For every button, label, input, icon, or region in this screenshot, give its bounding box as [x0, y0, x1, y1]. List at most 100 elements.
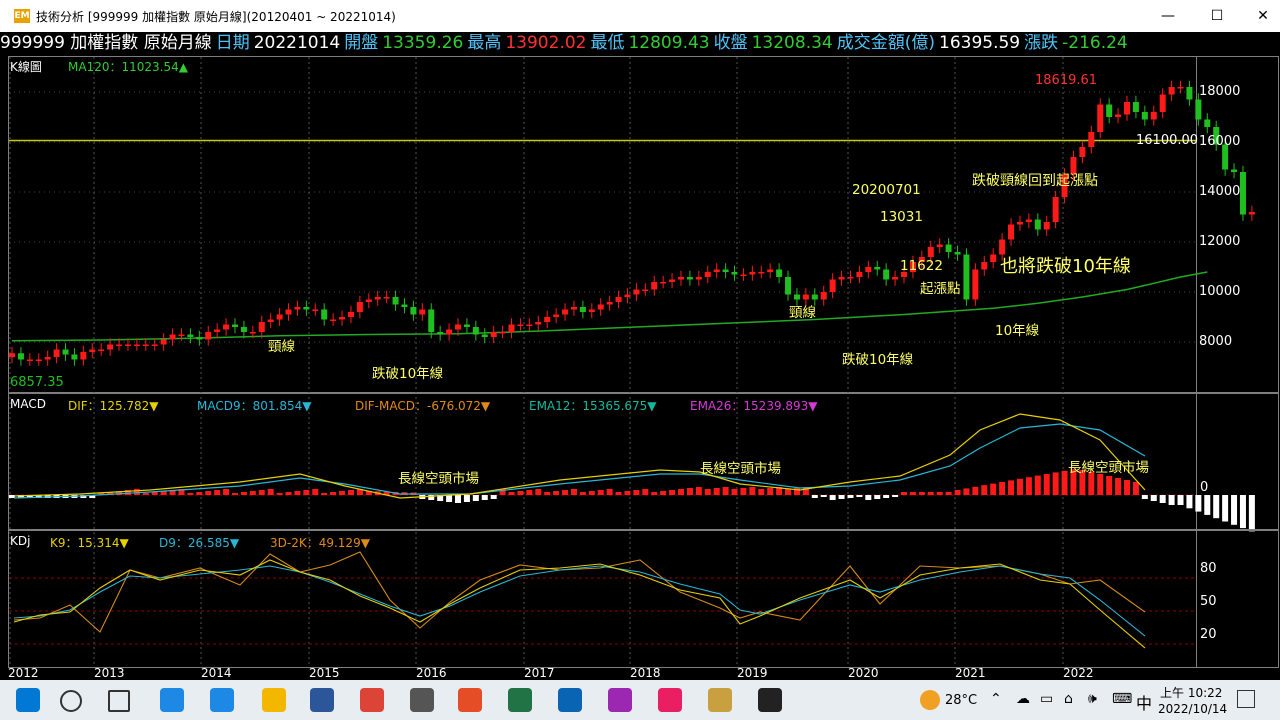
- cloud-icon[interactable]: ☁: [1016, 691, 1030, 707]
- weather-icon[interactable]: [920, 690, 940, 710]
- annotation-neckline-break: 跌破頸線回到起漲點: [972, 173, 1098, 189]
- x-tick-2015: 2015: [309, 668, 340, 680]
- candle-body: [963, 254, 970, 300]
- candle-body: [303, 307, 310, 310]
- sticky-notes-icon[interactable]: [758, 688, 782, 712]
- candle-body: [1248, 212, 1255, 215]
- candle-body: [776, 269, 783, 277]
- candle-body: [401, 304, 408, 307]
- file-explorer-icon[interactable]: [262, 688, 286, 712]
- candle-body: [26, 359, 33, 361]
- candle-body: [142, 344, 149, 346]
- candle-body: [89, 349, 96, 352]
- candle-body: [553, 314, 560, 317]
- candle-body: [330, 319, 337, 321]
- candle-body: [1088, 132, 1095, 147]
- candle-body: [713, 269, 720, 272]
- candle-body: [954, 252, 961, 255]
- candle-body: [107, 344, 114, 350]
- volume-icon[interactable]: 🕪: [1088, 691, 1097, 707]
- candle-body: [1043, 222, 1050, 230]
- candle-body: [865, 267, 872, 272]
- candle-body: [892, 277, 899, 280]
- candle-body: [481, 334, 488, 337]
- paint3d-icon[interactable]: [608, 688, 632, 712]
- candle-body: [767, 269, 774, 272]
- clock-time[interactable]: 上午 10:22: [1160, 684, 1222, 701]
- candle-body: [1204, 119, 1211, 127]
- candle-body: [232, 324, 238, 327]
- candle-body: [1141, 112, 1148, 120]
- candle-body: [758, 272, 765, 274]
- x-tick-2020: 2020: [848, 668, 879, 680]
- candle-body: [802, 294, 809, 300]
- dif-macd-label: DIF-MACD：-676.072▼: [355, 399, 491, 413]
- search-icon[interactable]: [60, 690, 82, 712]
- clock-date[interactable]: 2022/10/14: [1158, 702, 1227, 716]
- excel-icon[interactable]: [508, 688, 532, 712]
- calculator-icon[interactable]: [410, 688, 434, 712]
- x-tick-2021: 2021: [955, 668, 986, 680]
- edge-icon[interactable]: [160, 688, 184, 712]
- x-tick-2014: 2014: [201, 668, 232, 680]
- candle-body: [428, 309, 435, 332]
- candle-body: [1008, 224, 1015, 240]
- candle-body: [339, 317, 346, 320]
- candle-body: [214, 329, 221, 332]
- chevron-up-icon[interactable]: ⌃: [990, 691, 1002, 707]
- candle-body: [669, 279, 676, 282]
- display-icon[interactable]: ▭: [1040, 691, 1053, 707]
- chrome-icon[interactable]: [360, 688, 384, 712]
- word-icon[interactable]: [310, 688, 334, 712]
- x-tick-2016: 2016: [416, 668, 447, 680]
- candle-body: [437, 332, 444, 335]
- x-tick-2019: 2019: [737, 668, 768, 680]
- candle-body: [294, 307, 301, 310]
- candle-body: [588, 309, 595, 312]
- candle-body: [223, 324, 230, 330]
- candle-body: [133, 344, 140, 346]
- network-icon[interactable]: ⌂: [1064, 691, 1073, 707]
- candle-body: [624, 294, 631, 297]
- candle-body: [508, 324, 515, 332]
- candle-body: [1177, 87, 1184, 89]
- candle-body: [1239, 172, 1246, 215]
- candle-body: [98, 349, 105, 351]
- x-tick-2013: 2013: [94, 668, 125, 680]
- ime-indicator[interactable]: 中: [1136, 690, 1152, 714]
- candle-body: [883, 269, 890, 280]
- annotation-bear-market-2: 長線空頭市場: [700, 461, 781, 477]
- candle-body: [722, 269, 729, 272]
- candle-body: [749, 272, 756, 275]
- outlook-icon[interactable]: [558, 688, 582, 712]
- paint-icon[interactable]: [658, 688, 682, 712]
- stock-app-icon[interactable]: [708, 688, 732, 712]
- candle-body: [927, 247, 934, 257]
- media-icon[interactable]: [458, 688, 482, 712]
- candle-body: [455, 324, 461, 330]
- keyboard-icon[interactable]: ⌨: [1112, 691, 1132, 707]
- candle-body: [1016, 222, 1023, 225]
- candle-body: [249, 332, 256, 334]
- notification-icon[interactable]: [1237, 690, 1255, 708]
- annotation-start-point: 起漲點: [920, 281, 961, 297]
- task-view-icon[interactable]: [108, 690, 130, 712]
- candle-body: [160, 339, 167, 345]
- weather-temp[interactable]: 28°C: [945, 693, 977, 708]
- candle-body: [731, 272, 738, 275]
- k9-label: K9：15.314▼: [50, 536, 129, 550]
- candle-body: [1079, 147, 1086, 157]
- candle-body: [651, 282, 658, 290]
- candle-body: [1186, 87, 1193, 100]
- candle-body: [196, 337, 203, 340]
- y-tick-16000: 16000: [1199, 134, 1241, 149]
- candle-body: [579, 307, 586, 312]
- kd-tick-20: 20: [1200, 627, 1217, 642]
- y-tick-18000: 18000: [1199, 84, 1241, 99]
- ie-icon[interactable]: [210, 688, 234, 712]
- taskbar: 28°C ⌃ ☁ ▭ ⌂ 🕪 ⌨ 中 上午 10:22 2022/10/14: [0, 680, 1280, 720]
- candle-body: [347, 312, 354, 317]
- candle-body: [35, 359, 42, 361]
- windows-icon[interactable]: [16, 688, 40, 712]
- candle-body: [178, 334, 185, 336]
